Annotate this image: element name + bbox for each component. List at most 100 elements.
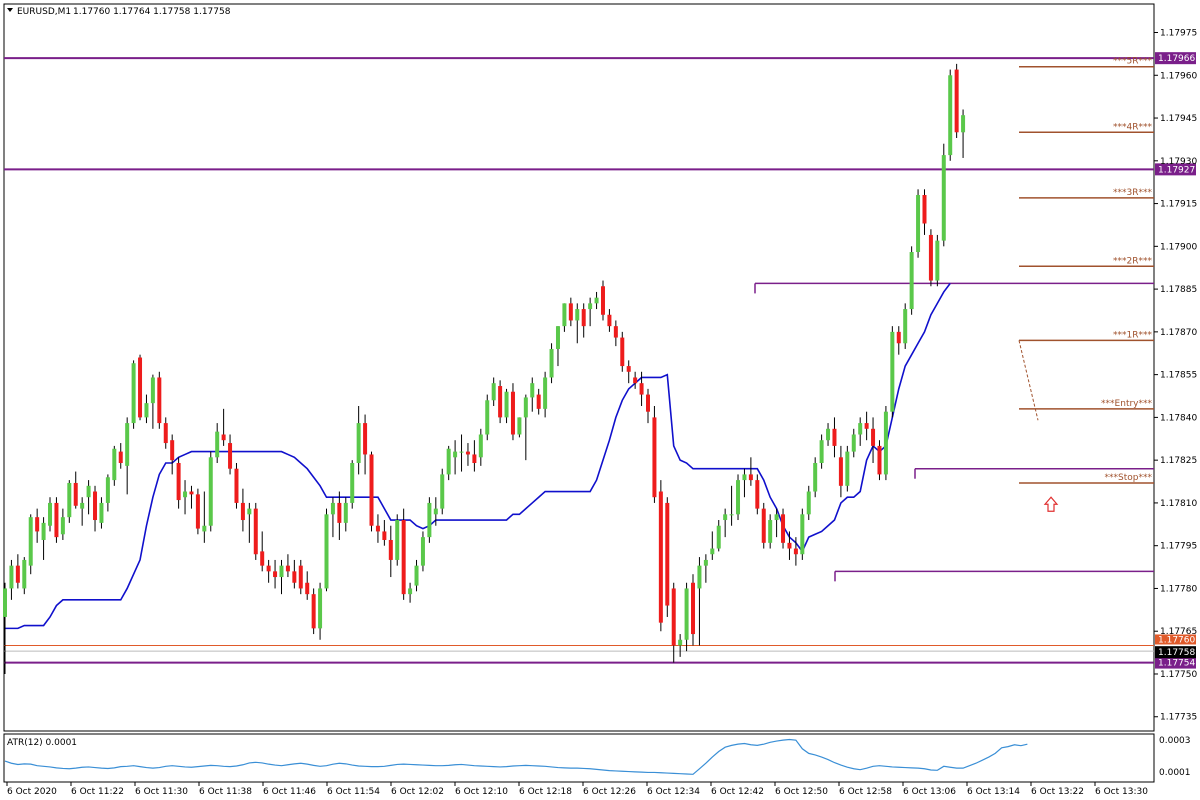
candle [125, 417, 130, 495]
bear-candle-body [163, 423, 168, 444]
candle [86, 480, 91, 515]
candle [626, 360, 631, 384]
bull-candle-body [150, 377, 155, 404]
bear-candle-body [665, 502, 670, 606]
bull-candle-body [594, 297, 599, 304]
bear-candle-body [581, 309, 586, 327]
candle [781, 508, 786, 549]
bull-candle-body [697, 565, 702, 589]
bear-candle-body [273, 571, 278, 578]
y-tick-label: 1.17750 [1160, 670, 1197, 680]
candle [208, 451, 213, 532]
candle [491, 377, 496, 406]
candle [260, 531, 265, 572]
candle [864, 411, 869, 441]
candle [446, 445, 451, 481]
candle [118, 443, 123, 469]
bull-candle-body [183, 491, 188, 498]
candle [883, 405, 888, 481]
candle [292, 559, 297, 589]
symbol-label: EURUSD,M1 [17, 7, 71, 17]
candle [633, 371, 638, 389]
candle [755, 474, 760, 515]
bull-candle-body [99, 502, 104, 523]
candle [414, 559, 419, 592]
bear-candle-body [221, 434, 226, 441]
bull-candle-body [279, 565, 284, 578]
candle [723, 508, 728, 538]
bull-candle-body [819, 440, 824, 464]
x-tick-label: 6 Oct 12:26 [583, 787, 636, 797]
trade-level-label: ***5R*** [1113, 57, 1152, 67]
candle [819, 434, 824, 469]
bull-candle-body [890, 331, 895, 412]
candle [35, 508, 40, 543]
bear-candle-body [691, 582, 696, 635]
candle [350, 460, 355, 509]
bear-candle-body [54, 502, 59, 538]
bull-candle-body [845, 451, 850, 486]
y-tick-label: 1.17810 [1160, 499, 1197, 509]
candle [266, 559, 271, 583]
candle [311, 588, 316, 635]
candle [279, 559, 284, 595]
candle [54, 497, 59, 543]
time-axis[interactable]: 6 Oct 2020 6 Oct 11:22 6 Oct 11:30 6 Oct 11… [6, 782, 1148, 797]
candle [498, 380, 503, 424]
bear-candle-body [864, 423, 869, 429]
candle [273, 559, 278, 589]
candle [620, 331, 625, 372]
bull-candle-body [800, 514, 805, 555]
bear-candle-body [510, 391, 515, 435]
bull-candle-body [28, 517, 33, 566]
level-price-tag-text: 1.17927 [1158, 165, 1195, 175]
y-tick-label: 1.17855 [1160, 371, 1197, 381]
candle [9, 559, 14, 600]
bull-candle-body [80, 502, 85, 509]
bull-candle-body [86, 485, 91, 498]
bear-candle-body [626, 366, 631, 372]
candle [131, 360, 136, 429]
trade-level-label: ***Entry*** [1101, 399, 1152, 409]
atr-line [4, 738, 1028, 775]
bull-candle-body [916, 195, 921, 253]
x-tick-label: 6 Oct 11:54 [327, 787, 380, 797]
candle [189, 485, 194, 509]
bull-candle-body [247, 508, 252, 515]
bull-candle-body [549, 348, 554, 378]
candle [363, 414, 368, 475]
bull-candle-body [414, 565, 419, 586]
candle [742, 468, 747, 498]
x-tick-label: 6 Oct 12:50 [775, 787, 828, 797]
bull-candle-body [144, 403, 149, 418]
bull-candle-body [806, 491, 811, 515]
bull-candle-body [678, 639, 683, 646]
bull-candle-body [478, 434, 483, 458]
candle [401, 508, 406, 600]
candle [954, 63, 959, 138]
candle [22, 557, 27, 595]
bull-candle-body [729, 514, 734, 516]
trade-level-label: ***2R*** [1113, 256, 1152, 266]
bear-candle-body [472, 454, 477, 464]
candle [575, 303, 580, 344]
candle [105, 474, 110, 512]
bull-candle-body [903, 309, 908, 344]
bull-candle-body [3, 588, 7, 617]
dropdown-triangle-icon[interactable] [7, 8, 13, 12]
chart-window[interactable]: 1.17966 1.17927 1.17754 1.17760 1.17758 ***5… [0, 0, 1200, 800]
candle [748, 457, 753, 486]
bear-candle-body [157, 377, 162, 424]
candle [658, 480, 663, 632]
candle [941, 143, 946, 247]
bull-candle-body [330, 502, 335, 515]
candle [388, 525, 393, 578]
price-chart[interactable]: 1.179661.179271.177541.177601.17758 ***5… [0, 0, 1200, 800]
bear-candle-body [228, 443, 233, 469]
price-axis[interactable]: 1.17975 1.17960 1.17945 1.17930 1.17915 1.179… [1154, 29, 1197, 723]
chart-header: EURUSD,M1 1.17760 1.17764 1.17758 1.1775… [7, 7, 231, 17]
bear-candle-body [138, 357, 143, 418]
atr-label: ATR(12) 0.0001 [7, 738, 77, 748]
bear-candle-body [658, 491, 663, 623]
candle [588, 297, 593, 327]
